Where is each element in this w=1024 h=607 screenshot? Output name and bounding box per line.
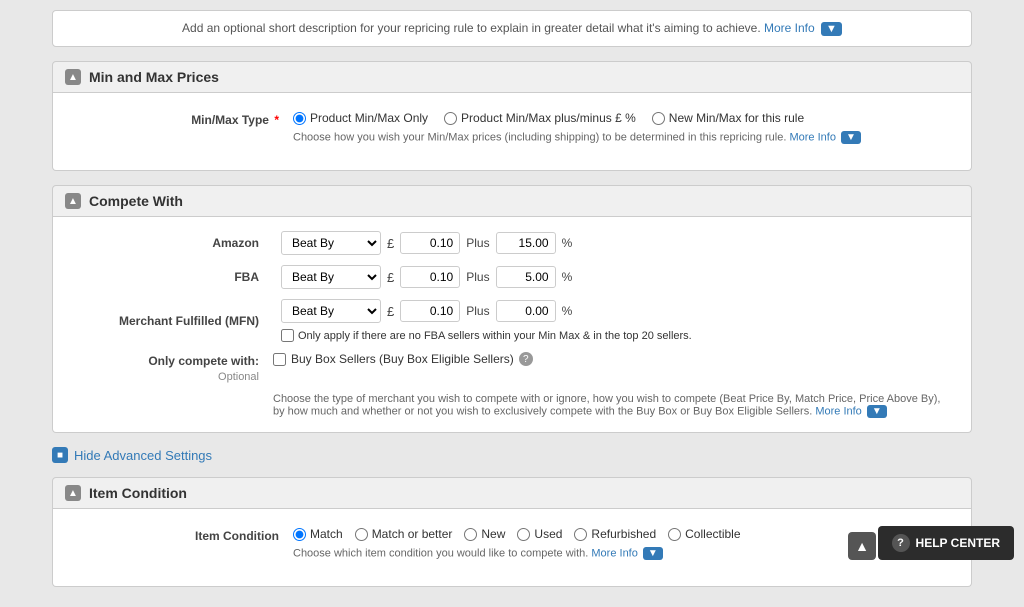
- buybox-label: Buy Box Sellers (Buy Box Eligible Seller…: [291, 352, 514, 366]
- desc-info-btn[interactable]: ▼: [821, 22, 842, 36]
- compete-content: Amazon Beat By Match Price Above By Igno…: [52, 217, 972, 433]
- hide-advanced-label: Hide Advanced Settings: [74, 448, 212, 463]
- min-max-more-info-link[interactable]: More Info: [789, 131, 835, 143]
- help-center-label: HELP CENTER: [916, 536, 1000, 550]
- min-max-collapse-icon[interactable]: ▲: [65, 69, 81, 85]
- item-condition-collapse-icon[interactable]: ▲: [65, 485, 81, 501]
- cond-used[interactable]: Used: [517, 527, 562, 541]
- cond-match-better[interactable]: Match or better: [355, 527, 453, 541]
- compete-more-info-link[interactable]: More Info: [815, 405, 861, 417]
- fba-row: FBA Beat By Match Price Above By Ignore …: [73, 265, 951, 289]
- mfn-percent-sym: %: [562, 304, 573, 318]
- mfn-only-apply-checkbox[interactable]: [281, 329, 294, 342]
- fba-percent-sym: %: [562, 270, 573, 284]
- buybox-checkbox-row: Buy Box Sellers (Buy Box Eligible Seller…: [273, 352, 533, 366]
- compete-info-block: Choose the type of merchant you wish to …: [73, 393, 951, 418]
- min-max-content: Min/Max Type * Product Min/Max Only Prod…: [52, 93, 972, 171]
- fba-percent-input[interactable]: [496, 266, 556, 288]
- min-max-type-row: Min/Max Type * Product Min/Max Only Prod…: [73, 107, 951, 144]
- fba-label: FBA: [73, 270, 273, 284]
- item-cond-more-info-link[interactable]: More Info: [591, 547, 637, 559]
- min-max-header[interactable]: ▲ Min and Max Prices: [52, 61, 972, 93]
- mfn-percent-input[interactable]: [496, 300, 556, 322]
- hide-advanced-link[interactable]: ■ Hide Advanced Settings: [52, 447, 972, 463]
- compete-info-text: Choose the type of merchant you wish to …: [273, 393, 951, 418]
- cond-match[interactable]: Match: [293, 527, 343, 541]
- radio-product-minmax-only[interactable]: Product Min/Max Only: [293, 111, 428, 125]
- min-max-section: ▲ Min and Max Prices Min/Max Type * Prod…: [52, 61, 972, 171]
- mfn-row: Merchant Fulfilled (MFN) Beat By Match P…: [73, 299, 951, 342]
- buybox-question-icon[interactable]: ?: [519, 352, 533, 366]
- item-condition-label: Item Condition: [73, 523, 293, 543]
- compete-title: Compete With: [89, 193, 183, 209]
- cond-refurbished[interactable]: Refurbished: [574, 527, 656, 541]
- only-compete-controls: Buy Box Sellers (Buy Box Eligible Seller…: [273, 352, 533, 366]
- amazon-plus: Plus: [466, 236, 489, 250]
- radio-product-minmax-plusminus[interactable]: Product Min/Max plus/minus £ %: [444, 111, 636, 125]
- fba-amount-input[interactable]: [400, 266, 460, 288]
- mfn-note-text: Only apply if there are no FBA sellers w…: [298, 330, 692, 342]
- amazon-percent-sym: %: [562, 236, 573, 250]
- amazon-amount-input[interactable]: [400, 232, 460, 254]
- compete-header[interactable]: ▲ Compete With: [52, 185, 972, 217]
- fba-dropdown[interactable]: Beat By Match Price Above By Ignore: [281, 265, 381, 289]
- compete-info-btn[interactable]: ▼: [867, 405, 887, 418]
- item-condition-content: Item Condition Match Match or better: [52, 509, 972, 587]
- min-max-info-text: Choose how you wish your Min/Max prices …: [293, 131, 951, 144]
- mfn-checkbox-label[interactable]: Only apply if there are no FBA sellers w…: [281, 329, 692, 342]
- compete-section: ▲ Compete With Amazon Beat By Match Pric…: [52, 185, 972, 433]
- min-max-type-controls: Product Min/Max Only Product Min/Max plu…: [293, 107, 951, 144]
- page-wrapper: Add an optional short description for yo…: [32, 0, 992, 607]
- mfn-dropdown[interactable]: Beat By Match Price Above By Ignore: [281, 299, 381, 323]
- only-compete-label: Only compete with: Optional: [73, 352, 273, 383]
- min-max-info-btn[interactable]: ▼: [841, 131, 861, 144]
- amazon-controls: Beat By Match Price Above By Ignore £ Pl…: [281, 231, 572, 255]
- buybox-checkbox[interactable]: [273, 353, 286, 366]
- mfn-plus: Plus: [466, 304, 489, 318]
- min-max-title: Min and Max Prices: [89, 69, 219, 85]
- mfn-controls: Beat By Match Price Above By Ignore £ Pl…: [281, 299, 951, 342]
- required-star: *: [274, 113, 279, 127]
- help-center-icon: ?: [892, 534, 910, 552]
- cond-new[interactable]: New: [464, 527, 505, 541]
- cond-collectible[interactable]: Collectible: [668, 527, 740, 541]
- item-condition-section: ▲ Item Condition Item Condition Match: [52, 477, 972, 587]
- amazon-currency: £: [387, 236, 394, 251]
- only-compete-row: Only compete with: Optional Buy Box Sell…: [73, 352, 951, 383]
- fba-currency: £: [387, 270, 394, 285]
- help-center-button[interactable]: ? HELP CENTER: [878, 526, 1014, 560]
- min-max-radio-group: Product Min/Max Only Product Min/Max plu…: [293, 107, 951, 125]
- mfn-amount-input[interactable]: [400, 300, 460, 322]
- item-condition-header[interactable]: ▲ Item Condition: [52, 477, 972, 509]
- desc-text: Add an optional short description for yo…: [182, 21, 761, 35]
- item-cond-info-btn[interactable]: ▼: [643, 547, 663, 560]
- amazon-row: Amazon Beat By Match Price Above By Igno…: [73, 231, 951, 255]
- desc-more-info-link[interactable]: More Info: [764, 21, 815, 35]
- hide-advanced-icon: ■: [52, 447, 68, 463]
- amazon-label: Amazon: [73, 236, 273, 250]
- description-box: Add an optional short description for yo…: [52, 10, 972, 47]
- amazon-dropdown[interactable]: Beat By Match Price Above By Ignore: [281, 231, 381, 255]
- item-condition-title: Item Condition: [89, 485, 187, 501]
- item-condition-row: Item Condition Match Match or better: [73, 523, 951, 560]
- radio-new-minmax-rule[interactable]: New Min/Max for this rule: [652, 111, 804, 125]
- min-max-type-label: Min/Max Type *: [73, 107, 293, 127]
- amazon-percent-input[interactable]: [496, 232, 556, 254]
- compete-collapse-icon[interactable]: ▲: [65, 193, 81, 209]
- fba-plus: Plus: [466, 270, 489, 284]
- scroll-up-button[interactable]: ▲: [848, 532, 876, 560]
- mfn-label: Merchant Fulfilled (MFN): [73, 314, 273, 328]
- mfn-currency: £: [387, 304, 394, 319]
- fba-controls: Beat By Match Price Above By Ignore £ Pl…: [281, 265, 572, 289]
